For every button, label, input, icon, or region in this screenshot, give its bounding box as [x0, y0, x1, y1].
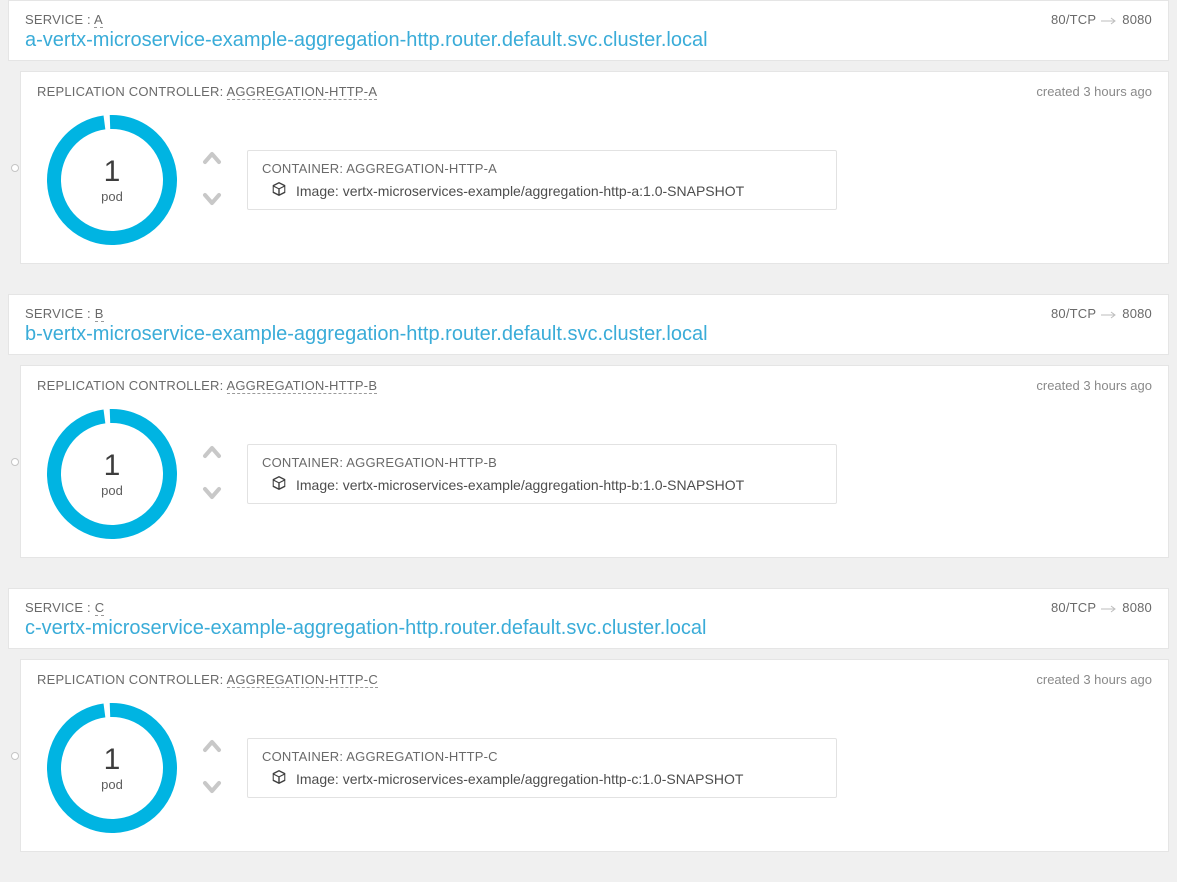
- service-header: SERVICE : B 80/TCP 8080 b-vertx-microserv…: [8, 294, 1169, 355]
- scale-controls: [201, 148, 223, 212]
- connector-dot-icon: [11, 752, 19, 760]
- arrow-right-icon: [1100, 306, 1118, 322]
- chevron-up-icon: [201, 148, 223, 171]
- container-title: CONTAINER: AGGREGATION-HTTP-C: [262, 749, 822, 764]
- service-label-prefix: SERVICE :: [25, 12, 94, 27]
- scale-down-button[interactable]: [201, 777, 223, 800]
- chevron-up-icon: [201, 442, 223, 465]
- container-title: CONTAINER: AGGREGATION-HTTP-A: [262, 161, 822, 176]
- scale-down-button[interactable]: [201, 483, 223, 506]
- port-to: 8080: [1122, 306, 1152, 321]
- replication-controller-block: REPLICATION CONTROLLER: AGGREGATION-HTTP…: [20, 659, 1169, 852]
- service-label-prefix: SERVICE :: [25, 600, 95, 615]
- chevron-down-icon: [201, 483, 223, 506]
- container-box: CONTAINER: AGGREGATION-HTTP-C Image: ver…: [247, 738, 837, 798]
- rc-title-prefix: REPLICATION CONTROLLER:: [37, 672, 227, 687]
- rc-name-link[interactable]: AGGREGATION-HTTP-B: [227, 378, 378, 394]
- replication-controller-block: REPLICATION CONTROLLER: AGGREGATION-HTTP…: [20, 71, 1169, 264]
- container-image-text: Image: vertx-microservices-example/aggre…: [296, 771, 743, 787]
- scale-up-button[interactable]: [201, 442, 223, 465]
- pod-count: 1: [104, 157, 121, 187]
- service-header: SERVICE : A 80/TCP 8080 a-vertx-microserv…: [8, 0, 1169, 61]
- container-box: CONTAINER: AGGREGATION-HTTP-B Image: ver…: [247, 444, 837, 504]
- cube-icon: [272, 770, 286, 787]
- rc-title: REPLICATION CONTROLLER: AGGREGATION-HTTP…: [37, 84, 377, 99]
- chevron-up-icon: [201, 736, 223, 759]
- pod-label: pod: [101, 189, 123, 204]
- service-url-link[interactable]: c-vertx-microservice-example-aggregation…: [25, 617, 706, 640]
- port-mapping: 80/TCP 8080: [1051, 599, 1152, 615]
- cube-icon: [272, 476, 286, 493]
- connector-dot-icon: [11, 164, 19, 172]
- container-image-text: Image: vertx-microservices-example/aggre…: [296, 183, 744, 199]
- service-block: SERVICE : A 80/TCP 8080 a-vertx-microserv…: [0, 0, 1177, 264]
- container-image-row: Image: vertx-microservices-example/aggre…: [262, 770, 822, 787]
- chevron-down-icon: [201, 189, 223, 212]
- service-label: SERVICE : B: [25, 306, 104, 321]
- rc-title: REPLICATION CONTROLLER: AGGREGATION-HTTP…: [37, 672, 378, 687]
- rc-body: 1 pod CONTAINER: AGGREGATION-HTTP-B: [37, 401, 1152, 557]
- container-image-text: Image: vertx-microservices-example/aggre…: [296, 477, 744, 493]
- arrow-right-icon: [1100, 12, 1118, 28]
- service-block: SERVICE : B 80/TCP 8080 b-vertx-microserv…: [0, 294, 1177, 558]
- pod-center: 1 pod: [47, 115, 177, 245]
- rc-body: 1 pod CONTAINER: AGGREGATION-HTTP-C: [37, 695, 1152, 851]
- port-from: 80/TCP: [1051, 600, 1096, 615]
- rc-header: REPLICATION CONTROLLER: AGGREGATION-HTTP…: [37, 84, 1152, 99]
- port-from: 80/TCP: [1051, 306, 1096, 321]
- scale-controls: [201, 736, 223, 800]
- rc-created-label: created 3 hours ago: [1036, 672, 1152, 687]
- pod-label: pod: [101, 483, 123, 498]
- scale-up-button[interactable]: [201, 148, 223, 171]
- pod-donut-chart[interactable]: 1 pod: [47, 409, 177, 539]
- port-mapping: 80/TCP 8080: [1051, 11, 1152, 27]
- port-mapping: 80/TCP 8080: [1051, 305, 1152, 321]
- rc-header: REPLICATION CONTROLLER: AGGREGATION-HTTP…: [37, 672, 1152, 687]
- service-label-row: SERVICE : C 80/TCP 8080: [25, 599, 1152, 615]
- container-box: CONTAINER: AGGREGATION-HTTP-A Image: ver…: [247, 150, 837, 210]
- pod-donut-chart[interactable]: 1 pod: [47, 115, 177, 245]
- pod-count: 1: [104, 745, 121, 775]
- service-url-link[interactable]: b-vertx-microservice-example-aggregation…: [25, 323, 708, 346]
- rc-name-link[interactable]: AGGREGATION-HTTP-C: [227, 672, 378, 688]
- chevron-down-icon: [201, 777, 223, 800]
- service-label: SERVICE : A: [25, 12, 103, 27]
- service-label-row: SERVICE : A 80/TCP 8080: [25, 11, 1152, 27]
- rc-created-label: created 3 hours ago: [1036, 84, 1152, 99]
- scale-controls: [201, 442, 223, 506]
- rc-header: REPLICATION CONTROLLER: AGGREGATION-HTTP…: [37, 378, 1152, 393]
- rc-title-prefix: REPLICATION CONTROLLER:: [37, 84, 227, 99]
- service-url-link[interactable]: a-vertx-microservice-example-aggregation…: [25, 29, 708, 52]
- scale-up-button[interactable]: [201, 736, 223, 759]
- rc-name-link[interactable]: AGGREGATION-HTTP-A: [227, 84, 378, 100]
- service-label-prefix: SERVICE :: [25, 306, 95, 321]
- connector-dot-icon: [11, 458, 19, 466]
- pod-label: pod: [101, 777, 123, 792]
- port-from: 80/TCP: [1051, 12, 1096, 27]
- service-label-row: SERVICE : B 80/TCP 8080: [25, 305, 1152, 321]
- replication-controller-block: REPLICATION CONTROLLER: AGGREGATION-HTTP…: [20, 365, 1169, 558]
- service-name-link[interactable]: B: [95, 306, 104, 322]
- pod-count: 1: [104, 451, 121, 481]
- port-to: 8080: [1122, 600, 1152, 615]
- container-title: CONTAINER: AGGREGATION-HTTP-B: [262, 455, 822, 470]
- rc-body: 1 pod CONTAINER: AGGREGATION-HTTP-A: [37, 107, 1152, 263]
- container-image-row: Image: vertx-microservices-example/aggre…: [262, 182, 822, 199]
- service-name-link[interactable]: A: [94, 12, 103, 28]
- rc-title: REPLICATION CONTROLLER: AGGREGATION-HTTP…: [37, 378, 377, 393]
- service-block: SERVICE : C 80/TCP 8080 c-vertx-microserv…: [0, 588, 1177, 852]
- service-header: SERVICE : C 80/TCP 8080 c-vertx-microserv…: [8, 588, 1169, 649]
- arrow-right-icon: [1100, 600, 1118, 616]
- pod-center: 1 pod: [47, 409, 177, 539]
- cube-icon: [272, 182, 286, 199]
- service-name-link[interactable]: C: [95, 600, 105, 616]
- scale-down-button[interactable]: [201, 189, 223, 212]
- service-label: SERVICE : C: [25, 600, 104, 615]
- rc-title-prefix: REPLICATION CONTROLLER:: [37, 378, 227, 393]
- pod-donut-chart[interactable]: 1 pod: [47, 703, 177, 833]
- container-image-row: Image: vertx-microservices-example/aggre…: [262, 476, 822, 493]
- pod-center: 1 pod: [47, 703, 177, 833]
- port-to: 8080: [1122, 12, 1152, 27]
- rc-created-label: created 3 hours ago: [1036, 378, 1152, 393]
